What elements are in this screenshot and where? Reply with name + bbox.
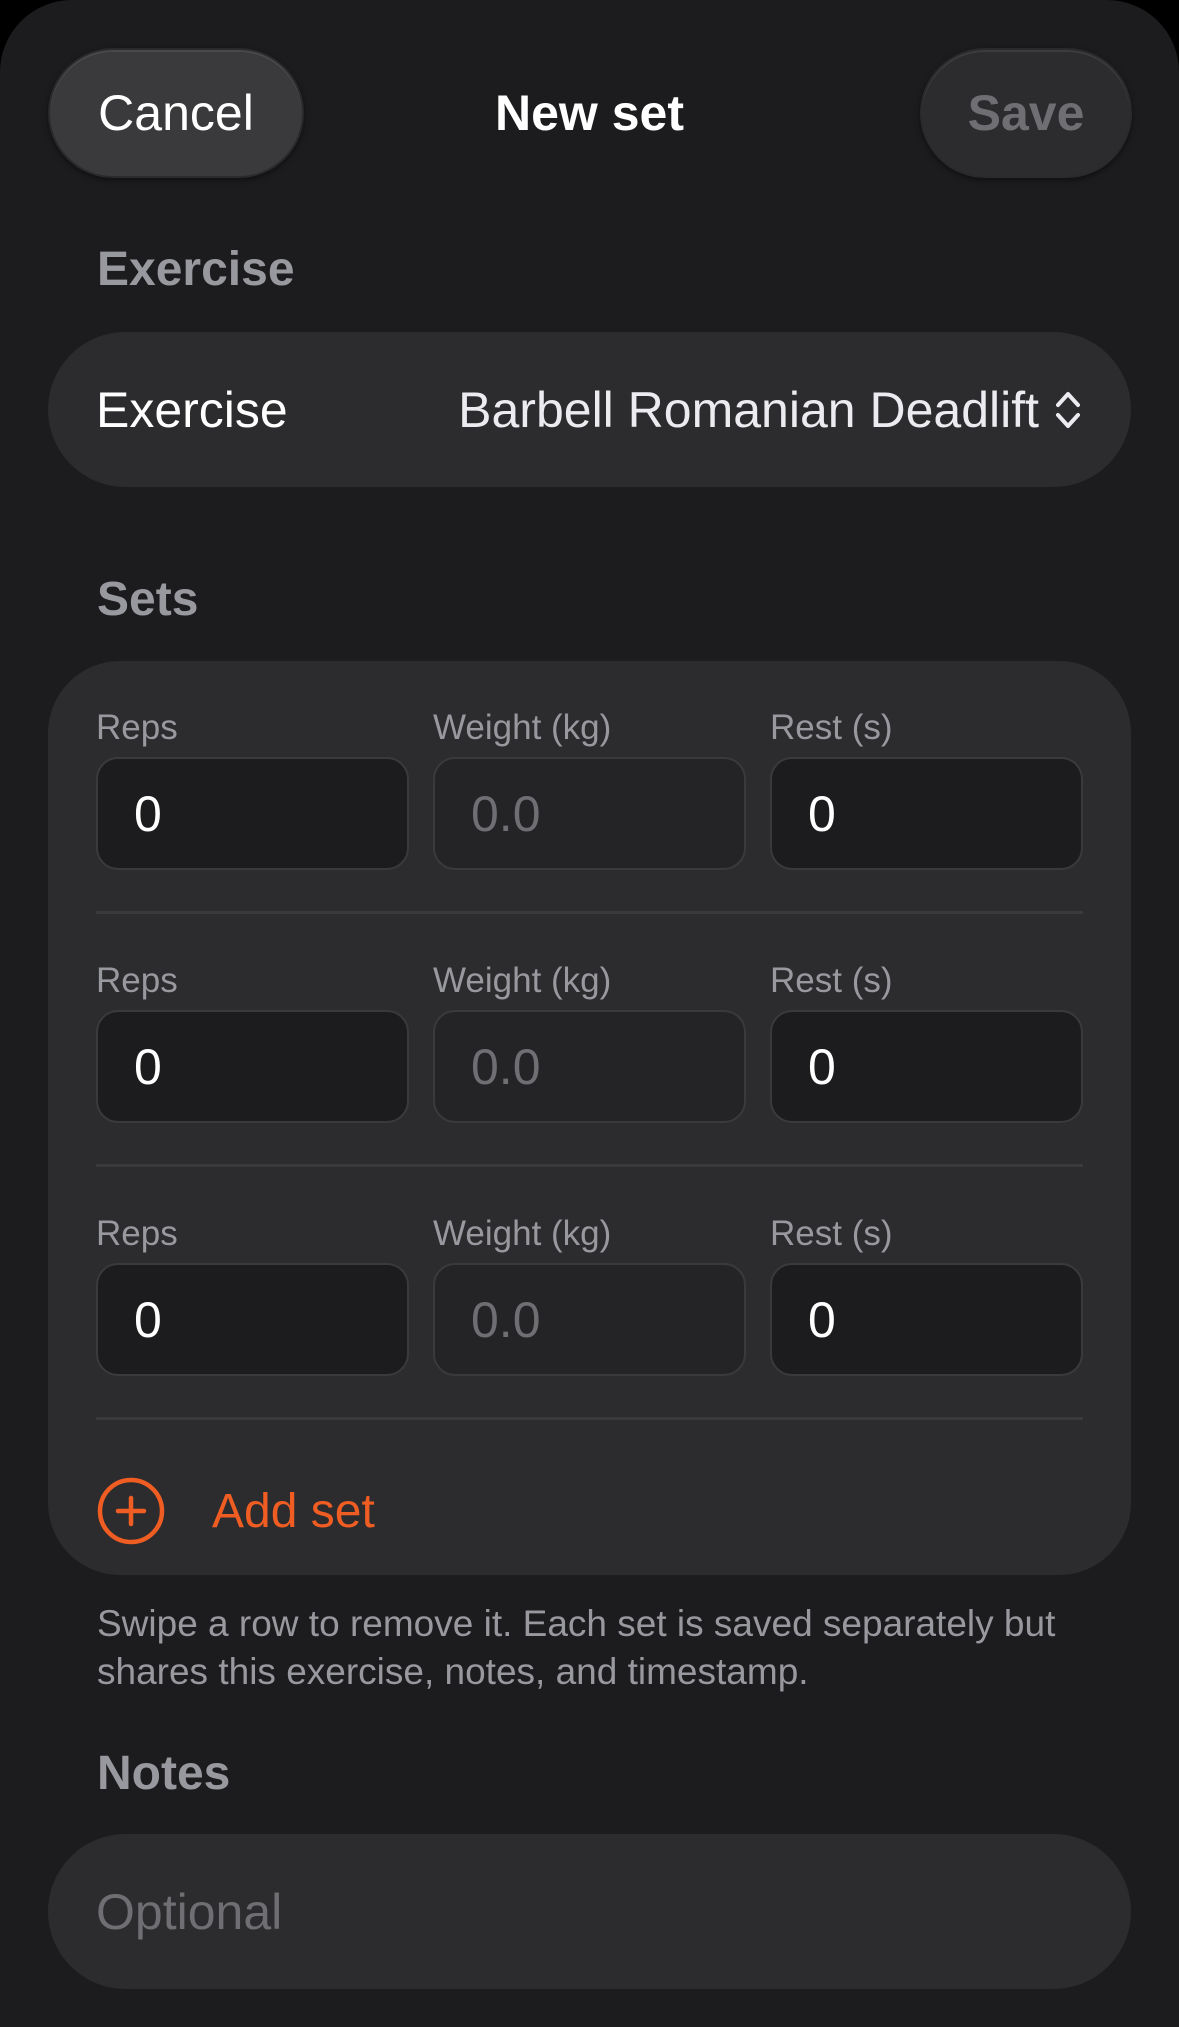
set-row[interactable]: Reps 0 Weight (kg) 0.0 Rest (s) 0 <box>96 958 1083 1211</box>
add-set-button[interactable]: Add set <box>96 1456 1083 1566</box>
weight-label: Weight (kg) <box>433 961 612 1000</box>
exercise-row-label: Exercise <box>96 381 288 438</box>
exercise-picker[interactable]: Barbell Romanian Deadlift <box>458 381 1083 439</box>
reps-label: Reps <box>96 708 178 747</box>
reps-label: Reps <box>96 1214 178 1253</box>
chevron-up-down-icon <box>1056 391 1080 428</box>
rest-input[interactable]: 0 <box>770 1010 1083 1123</box>
notes-section-header: Notes <box>97 1747 231 1800</box>
set-row[interactable]: Reps 0 Weight (kg) 0.0 Rest (s) 0 <box>96 705 1083 958</box>
weight-field: Weight (kg) 0.0 <box>433 958 746 1123</box>
reps-field: Reps 0 <box>96 1211 409 1376</box>
reps-field: Reps 0 <box>96 958 409 1123</box>
row-divider <box>96 911 1083 914</box>
sets-footnote: Swipe a row to remove it. Each set is sa… <box>97 1603 1056 1692</box>
weight-input[interactable]: 0.0 <box>433 1263 746 1376</box>
notes-placeholder: Optional <box>96 1883 283 1940</box>
plus-circle-icon <box>97 1477 165 1545</box>
rest-input[interactable]: 0 <box>770 757 1083 870</box>
reps-label: Reps <box>96 961 178 1000</box>
exercise-section-header: Exercise <box>97 243 295 296</box>
rest-label: Rest (s) <box>770 961 893 1000</box>
rest-field: Rest (s) 0 <box>770 705 1083 870</box>
row-divider <box>96 1164 1083 1167</box>
weight-label: Weight (kg) <box>433 708 612 747</box>
rest-label: Rest (s) <box>770 708 893 747</box>
rest-label: Rest (s) <box>770 1214 893 1253</box>
sets-card: Reps 0 Weight (kg) 0.0 Rest (s) 0 Reps 0… <box>48 661 1131 1575</box>
row-divider <box>96 1417 1083 1420</box>
weight-label: Weight (kg) <box>433 1214 612 1253</box>
add-set-label: Add set <box>212 1484 375 1538</box>
reps-input[interactable]: 0 <box>96 1263 409 1376</box>
exercise-picker-row[interactable]: Exercise Barbell Romanian Deadlift <box>48 332 1131 487</box>
rest-field: Rest (s) 0 <box>770 958 1083 1123</box>
rest-input[interactable]: 0 <box>770 1263 1083 1376</box>
weight-field: Weight (kg) 0.0 <box>433 1211 746 1376</box>
reps-input[interactable]: 0 <box>96 757 409 870</box>
new-set-sheet: Cancel New set Save Exercise Exercise Ba… <box>0 0 1179 2027</box>
weight-field: Weight (kg) 0.0 <box>433 705 746 870</box>
reps-field: Reps 0 <box>96 705 409 870</box>
rest-field: Rest (s) 0 <box>770 1211 1083 1376</box>
sets-section-header: Sets <box>97 573 199 626</box>
weight-input[interactable]: 0.0 <box>433 1010 746 1123</box>
set-row[interactable]: Reps 0 Weight (kg) 0.0 Rest (s) 0 <box>96 1211 1083 1464</box>
save-button[interactable]: Save <box>920 48 1132 178</box>
cancel-button[interactable]: Cancel <box>48 48 304 178</box>
reps-input[interactable]: 0 <box>96 1010 409 1123</box>
exercise-selected-value: Barbell Romanian Deadlift <box>458 381 1039 438</box>
notes-field[interactable]: Optional <box>48 1834 1131 1989</box>
weight-input[interactable]: 0.0 <box>433 757 746 870</box>
